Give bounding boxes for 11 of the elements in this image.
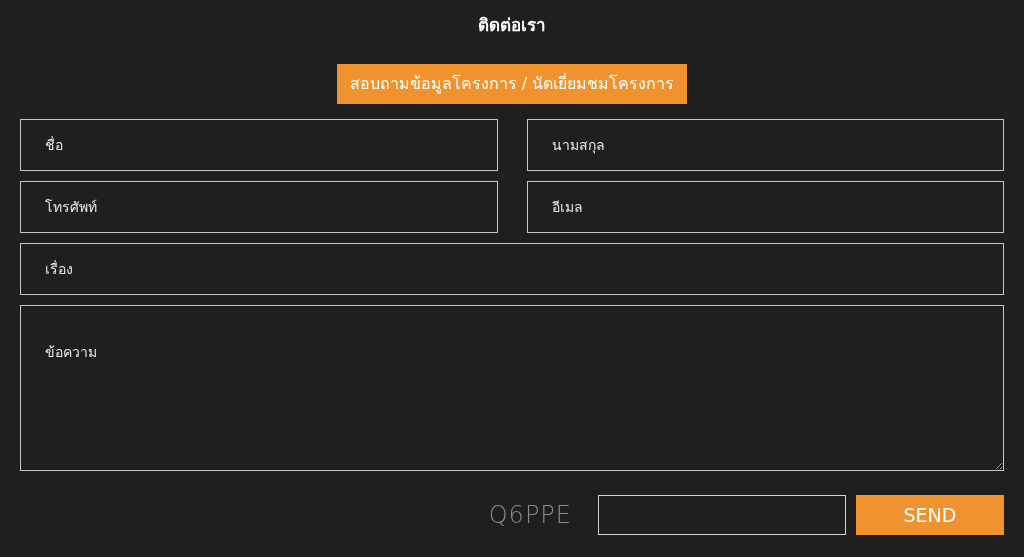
input-field[interactable]: อีเมล: [526, 181, 1004, 233]
captcha-input[interactable]: [598, 495, 846, 535]
input-field[interactable]: นามสกุล: [526, 119, 1004, 171]
input-field[interactable]: เรื่อง: [20, 243, 1004, 295]
inquiry-tab[interactable]: สอบถามข้อมูลโครงการ / นัดเยี่ยมชมโครงการ: [337, 64, 687, 104]
page-title: ติดต่อเรา: [478, 14, 546, 37]
input-field[interactable]: ชื่อ: [20, 119, 498, 171]
captcha-code: Q6PPE: [488, 500, 572, 531]
message-field[interactable]: ข้อความ: [20, 305, 1004, 471]
input-field[interactable]: โทรศัพท์: [20, 181, 498, 233]
send-button[interactable]: SEND: [856, 495, 1004, 535]
